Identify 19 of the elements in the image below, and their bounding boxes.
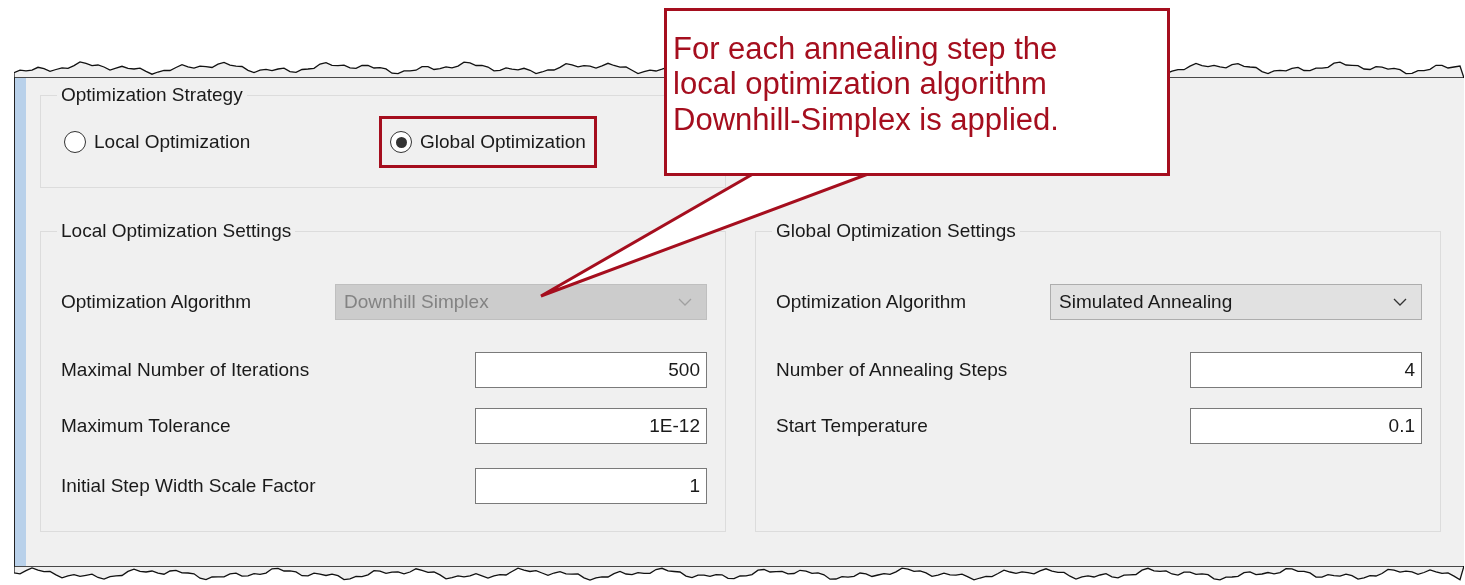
field-label: Number of Annealing Steps <box>775 359 1008 381</box>
field-label: Maximal Number of Iterations <box>60 359 310 381</box>
group-title: Global Optimization Settings <box>775 220 1017 242</box>
input-field[interactable]: 4 <box>1190 352 1422 388</box>
field-label: Start Temperature <box>775 415 928 437</box>
field-label: Maximum Tolerance <box>60 415 231 437</box>
input-field[interactable]: 500 <box>475 352 707 388</box>
input-field[interactable]: 1 <box>475 468 707 504</box>
group-title: Local Optimization Settings <box>60 220 293 242</box>
input-field[interactable]: 0.1 <box>1190 408 1422 444</box>
input-field[interactable]: 1E-12 <box>475 408 707 444</box>
field-label: Initial Step Width Scale Factor <box>60 475 316 497</box>
field-label: Optimization Algorithm <box>775 291 967 313</box>
field-label: Optimization Algorithm <box>60 291 252 313</box>
callout-text: For each annealing step the local optimization algorithm Downhill-Simplex is applied. <box>673 31 1060 137</box>
radio-option[interactable]: Global Optimization <box>379 116 597 168</box>
dropdown[interactable]: Simulated Annealing <box>1050 284 1422 320</box>
radio-option[interactable]: Local Optimization <box>61 116 379 168</box>
group-title: Optimization Strategy <box>60 84 244 106</box>
